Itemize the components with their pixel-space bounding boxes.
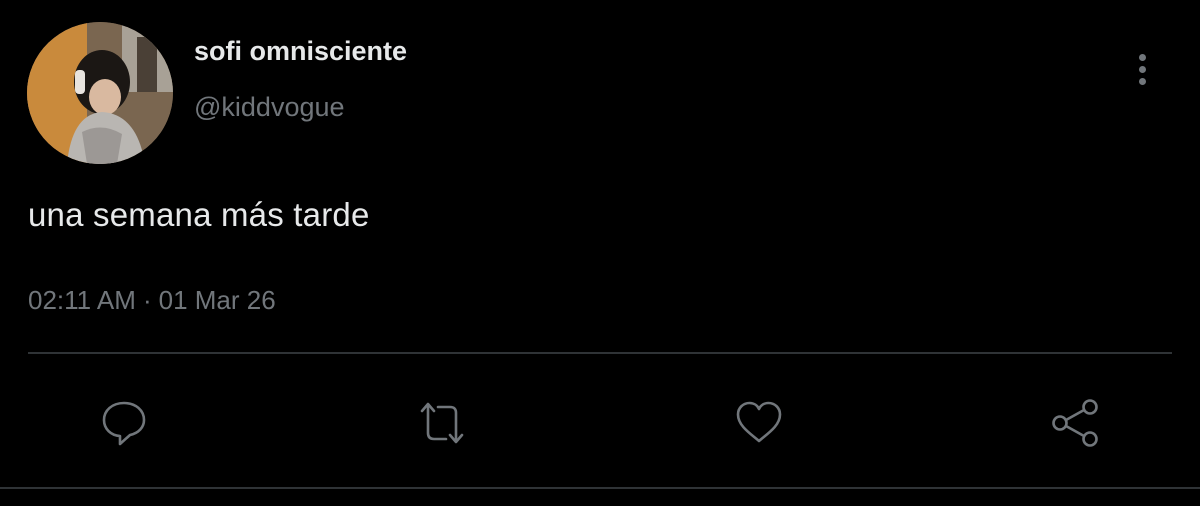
like-button[interactable] — [729, 393, 789, 453]
reply-icon — [102, 401, 146, 446]
reply-button[interactable] — [94, 393, 154, 453]
tweet-meta: 02:11 AM · 01 Mar 26 — [28, 285, 276, 316]
more-vertical-icon — [1138, 77, 1146, 85]
divider — [0, 487, 1200, 489]
retweet-icon — [420, 402, 464, 444]
avatar[interactable] — [27, 22, 173, 164]
user-handle[interactable]: @kiddvogue — [194, 92, 345, 123]
share-icon — [1052, 399, 1098, 447]
share-button[interactable] — [1046, 393, 1106, 453]
display-name[interactable]: sofi omnisciente — [194, 36, 407, 67]
more-vertical-icon — [1138, 65, 1146, 73]
tweet-date[interactable]: 01 Mar 26 — [159, 285, 276, 316]
divider — [28, 352, 1172, 354]
more-options-button[interactable] — [1124, 48, 1160, 90]
avatar-photo — [27, 22, 173, 164]
tweet-text: una semana más tarde — [28, 196, 370, 233]
more-vertical-icon — [1138, 53, 1146, 61]
retweet-button[interactable] — [412, 393, 472, 453]
meta-separator: · — [142, 285, 152, 315]
tweet-time[interactable]: 02:11 AM — [28, 285, 136, 316]
heart-icon — [736, 401, 782, 443]
